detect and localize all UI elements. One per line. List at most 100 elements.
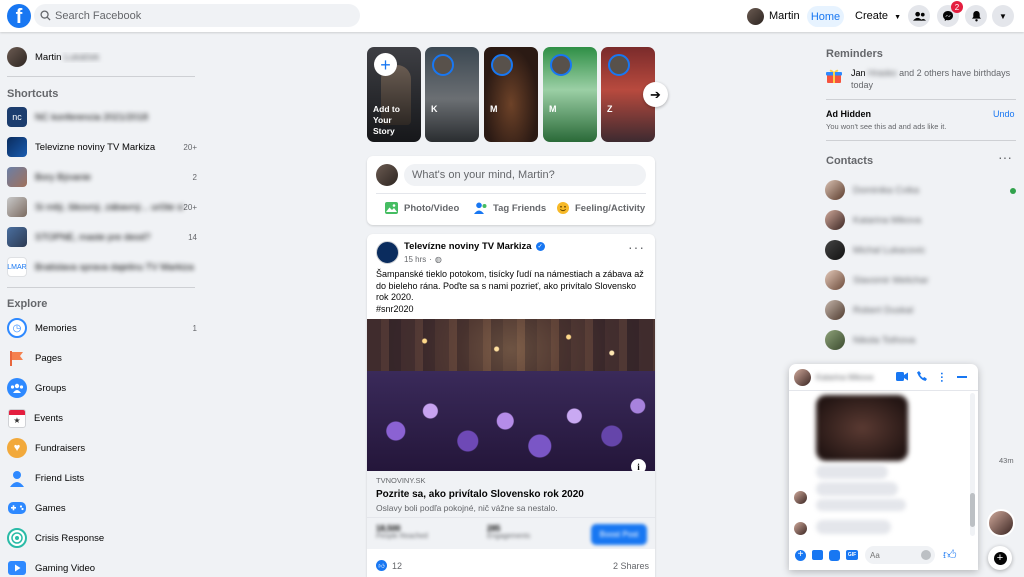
post-options-button[interactable]: ··· bbox=[628, 240, 645, 254]
share-count[interactable]: 2 Shares bbox=[613, 561, 649, 571]
birthday-reminder[interactable]: Jan Hrasko and 2 others have birthdays t… bbox=[826, 68, 1018, 91]
composer-input[interactable] bbox=[404, 164, 646, 186]
sidebar-item-fundraisers[interactable]: ♥ Fundraisers bbox=[7, 437, 197, 459]
more-options-icon[interactable]: ··· bbox=[935, 372, 947, 383]
friends-icon bbox=[912, 11, 926, 21]
contact-item[interactable]: Robert Duskal bbox=[825, 300, 913, 320]
create-story-card[interactable]: + Add to Your Story bbox=[367, 47, 421, 142]
messenger-icon bbox=[943, 11, 953, 21]
emoji-icon[interactable] bbox=[921, 550, 931, 560]
avatar bbox=[7, 47, 27, 67]
thumbs-up-icon[interactable]: 👍︎ bbox=[943, 547, 957, 563]
contact-item[interactable]: Dominika Cvika bbox=[825, 180, 919, 200]
gif-icon[interactable]: GIF bbox=[846, 550, 858, 560]
facebook-logo-icon[interactable]: f bbox=[7, 4, 31, 28]
sidebar-item-groups[interactable]: Groups bbox=[7, 377, 197, 399]
contact-item[interactable]: Michal Lukacovic bbox=[825, 240, 925, 260]
info-icon[interactable]: i bbox=[631, 459, 646, 471]
boost-post-button[interactable]: Boost Post bbox=[591, 524, 647, 545]
post-time[interactable]: 15 hrs bbox=[404, 255, 426, 264]
phone-icon[interactable] bbox=[917, 370, 927, 384]
shared-photo-message[interactable] bbox=[816, 395, 908, 461]
crowd-image bbox=[367, 371, 655, 471]
plus-circle-icon[interactable]: + bbox=[795, 549, 806, 561]
avatar bbox=[794, 491, 807, 504]
new-message-button[interactable]: + bbox=[988, 546, 1012, 570]
sticker-icon[interactable] bbox=[829, 549, 840, 561]
gaming-video-icon bbox=[7, 558, 27, 577]
birthday-first-name[interactable]: Jan bbox=[851, 68, 866, 78]
find-friends-button[interactable] bbox=[908, 5, 930, 27]
shortcut-item[interactable]: Bory Bývanie 2 bbox=[7, 166, 197, 188]
undo-button[interactable]: Undo bbox=[993, 109, 1015, 119]
minimize-icon[interactable] bbox=[957, 376, 967, 378]
photo-video-button[interactable]: Photo/Video bbox=[385, 202, 459, 214]
chat-head-avatar[interactable] bbox=[987, 509, 1015, 537]
news-feed-post: Televízne noviny TV Markiza ✓ 15 hrs · ◍… bbox=[367, 234, 655, 577]
feeling-activity-button[interactable]: Feeling/Activity bbox=[557, 202, 645, 214]
tag-friends-button[interactable]: Tag Friends bbox=[474, 202, 546, 214]
stories-next-button[interactable]: ➔ bbox=[643, 82, 668, 107]
contacts-options-button[interactable]: ··· bbox=[998, 150, 1012, 164]
video-call-icon[interactable] bbox=[896, 370, 908, 384]
shortcut-thumbnail bbox=[7, 227, 27, 247]
sidebar-item-pages[interactable]: Pages bbox=[7, 347, 197, 369]
left-sidebar: Martin Lukáček Shortcuts nc NC konferenc… bbox=[0, 32, 210, 577]
page-avatar[interactable] bbox=[376, 241, 399, 264]
sidebar-item-games[interactable]: Games bbox=[7, 497, 197, 519]
photo-video-label: Photo/Video bbox=[404, 202, 460, 214]
sidebar-item-label: Events bbox=[34, 412, 64, 424]
reactions-summary[interactable]: 👍︎ 12 bbox=[376, 560, 402, 571]
create-button[interactable]: Create ▼ bbox=[855, 10, 901, 22]
shortcut-count: 20+ bbox=[183, 202, 197, 212]
avatar bbox=[491, 54, 513, 76]
contact-item[interactable]: Slavomir Melichar bbox=[825, 270, 929, 290]
sidebar-item-memories[interactable]: ◷ Memories 1 bbox=[7, 317, 197, 339]
post-hashtag[interactable]: #snr2020 bbox=[376, 304, 414, 314]
page-name[interactable]: Televízne noviny TV Markiza bbox=[404, 241, 532, 252]
divider bbox=[826, 140, 1016, 141]
shortcut-item[interactable]: nc NC konferencia 2021/2018 bbox=[7, 106, 197, 128]
sidebar-item-gaming-video[interactable]: Gaming Video bbox=[7, 557, 197, 577]
avatar bbox=[825, 330, 845, 350]
profile-name: Martin bbox=[769, 10, 800, 22]
sidebar-item-events[interactable]: ★ Events bbox=[7, 407, 197, 429]
contact-name: Robert Duskal bbox=[853, 304, 914, 316]
shortcut-item[interactable]: LMAR Bratislava sprava dajelinu TV Marki… bbox=[7, 256, 197, 278]
avatar bbox=[825, 210, 845, 230]
avatar bbox=[432, 54, 454, 76]
scrollbar-thumb[interactable] bbox=[970, 493, 975, 527]
story-card[interactable]: K bbox=[425, 47, 479, 142]
profile-button[interactable]: Martin bbox=[747, 5, 800, 27]
crisis-response-icon bbox=[7, 528, 27, 548]
sidebar-item-friend-lists[interactable]: Friend Lists bbox=[7, 467, 197, 489]
photo-icon[interactable] bbox=[812, 550, 823, 560]
plus-icon[interactable]: + bbox=[374, 53, 397, 76]
contact-item[interactable]: Nikola Tothova bbox=[825, 330, 915, 350]
search-icon bbox=[40, 10, 51, 21]
search-box[interactable] bbox=[34, 4, 360, 27]
story-card[interactable]: M bbox=[543, 47, 597, 142]
link-preview[interactable]: TVNOVINY.SK Pozrite sa, ako privítalo Sl… bbox=[367, 471, 655, 517]
sidebar-item-crisis-response[interactable]: Crisis Response bbox=[7, 527, 197, 549]
sidebar-item-profile[interactable]: Martin Lukáček bbox=[7, 46, 197, 68]
verified-badge-icon: ✓ bbox=[535, 242, 545, 251]
chat-messages[interactable] bbox=[789, 391, 978, 538]
shortcut-item[interactable]: STOPNE, maste pre deod? 14 bbox=[7, 226, 197, 248]
story-card[interactable]: M bbox=[484, 47, 538, 142]
divider bbox=[826, 99, 1016, 100]
post-photo[interactable]: i bbox=[367, 319, 655, 471]
compose-icon: + bbox=[993, 551, 1007, 565]
shortcut-item[interactable]: Si milý, šikovný, zábavný... určite si n… bbox=[7, 196, 197, 218]
notifications-button[interactable] bbox=[965, 5, 987, 27]
calendar-icon: ★ bbox=[8, 408, 26, 428]
create-label: Create bbox=[855, 10, 889, 22]
contact-item[interactable]: Katarina Mikova bbox=[825, 210, 921, 230]
scrollbar[interactable] bbox=[970, 393, 975, 536]
chat-header[interactable]: Katarina Mikova ··· bbox=[789, 364, 978, 391]
account-menu-button[interactable]: ▼ bbox=[992, 5, 1014, 27]
search-input[interactable] bbox=[55, 9, 335, 22]
home-button[interactable]: Home bbox=[807, 6, 844, 27]
shortcut-item[interactable]: Televizne noviny TV Markiza 20+ bbox=[7, 136, 197, 158]
story-author: K bbox=[431, 104, 438, 114]
